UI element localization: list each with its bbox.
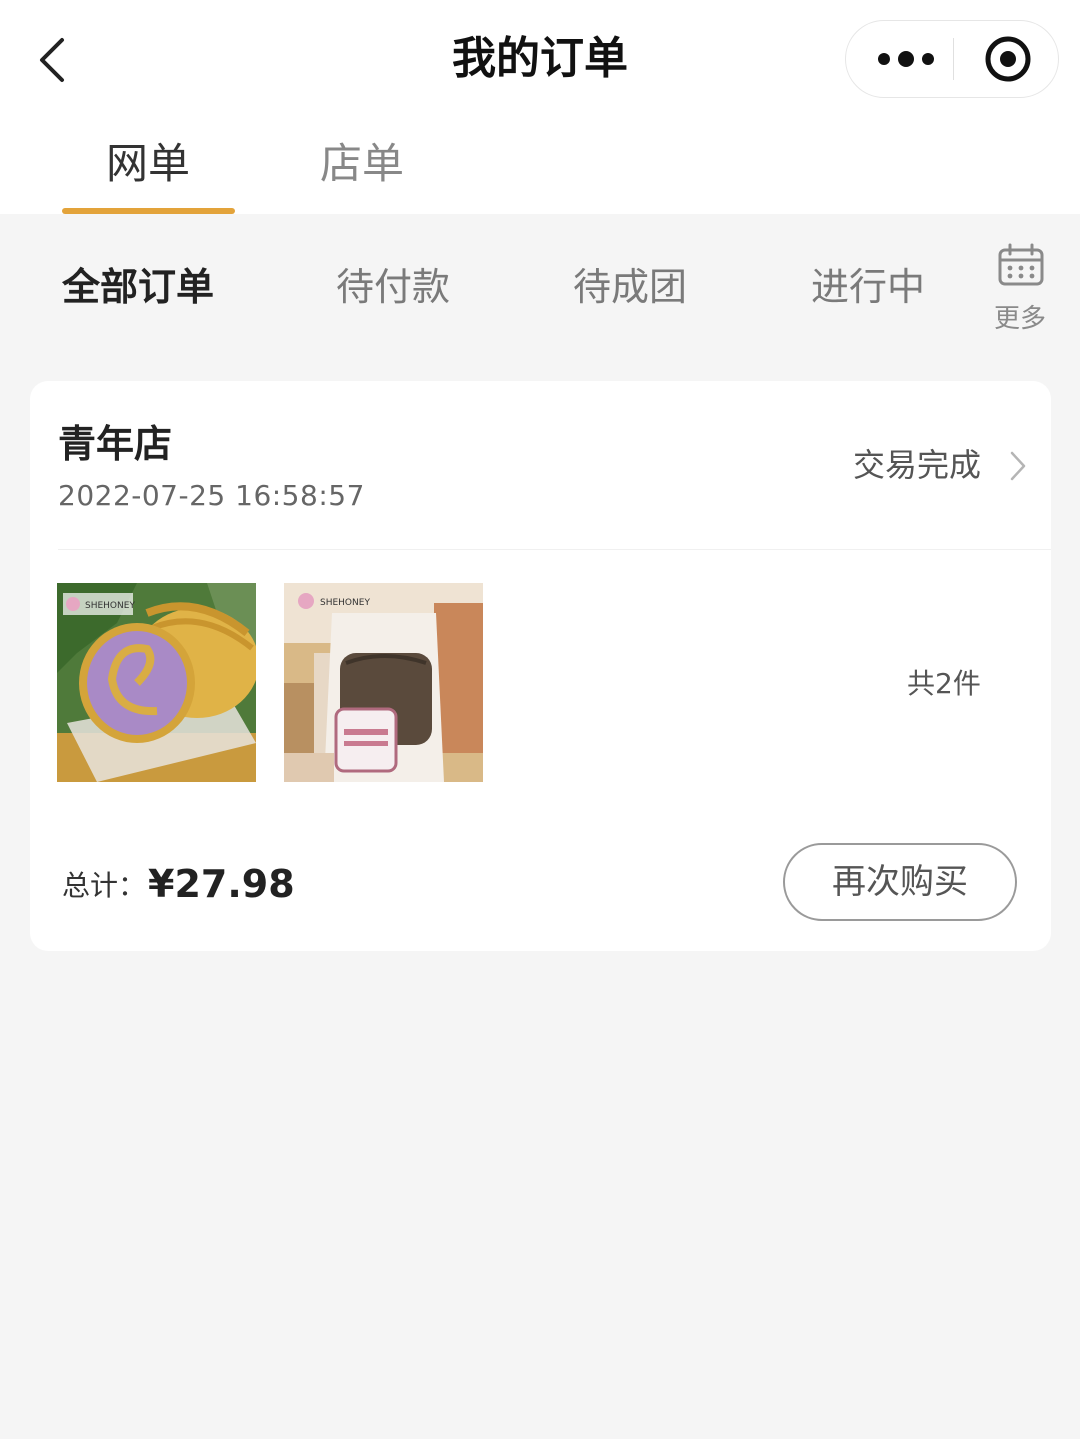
rebuy-button[interactable]: 再次购买 <box>783 843 1017 921</box>
chevron-right-icon <box>1010 451 1026 481</box>
brand-logo-text: SHEHONEY <box>320 598 370 608</box>
tab-store-orders[interactable]: 店单 <box>320 138 404 190</box>
product-thumbnail-wheat-bread[interactable]: SHEHONEY <box>284 583 483 782</box>
order-time: 2022-07-25 16:58:57 <box>58 479 365 512</box>
brand-logo-text: SHEHONEY <box>85 601 135 611</box>
status-filter-bar: 全部订单 待付款 待成团 进行中 更多 <box>0 214 1080 364</box>
total-amount: ¥27.98 <box>148 862 295 906</box>
taro-roll-cake-image: SHEHONEY <box>57 583 256 782</box>
item-count: 共2件 <box>907 667 981 700</box>
filter-more-label: 更多 <box>993 304 1046 334</box>
order-status-text: 交易完成 <box>853 446 982 484</box>
filter-pending-payment[interactable]: 待付款 <box>336 262 450 312</box>
capsule-divider <box>953 38 954 80</box>
target-circle-icon <box>985 36 1031 82</box>
filter-in-progress[interactable]: 进行中 <box>811 262 925 312</box>
calendar-icon <box>998 243 1044 286</box>
filter-more-button[interactable]: 更多 <box>988 242 1052 342</box>
black-wheat-bread-image: SHEHONEY <box>284 583 483 782</box>
filter-pending-group[interactable]: 待成团 <box>573 262 687 312</box>
mini-program-capsule <box>845 20 1059 98</box>
store-name: 青年店 <box>58 422 173 466</box>
total-label: 总计： <box>62 869 147 902</box>
more-dots-icon <box>878 51 934 67</box>
card-divider <box>58 549 1051 550</box>
product-thumbnail-taro-roll[interactable]: SHEHONEY <box>57 583 256 782</box>
more-button[interactable] <box>864 21 948 97</box>
filter-all-orders[interactable]: 全部订单 <box>62 262 214 312</box>
order-type-tabs: 网单 店单 <box>0 118 1080 214</box>
order-card[interactable]: 青年店 2022-07-25 16:58:57 交易完成 SHEHONEY SH… <box>30 381 1051 951</box>
back-button[interactable] <box>30 28 80 92</box>
chevron-left-icon <box>40 38 64 82</box>
tab-online-orders[interactable]: 网单 <box>106 138 190 190</box>
close-mini-program-button[interactable] <box>968 21 1050 97</box>
navigation-bar: 我的订单 <box>0 0 1080 118</box>
